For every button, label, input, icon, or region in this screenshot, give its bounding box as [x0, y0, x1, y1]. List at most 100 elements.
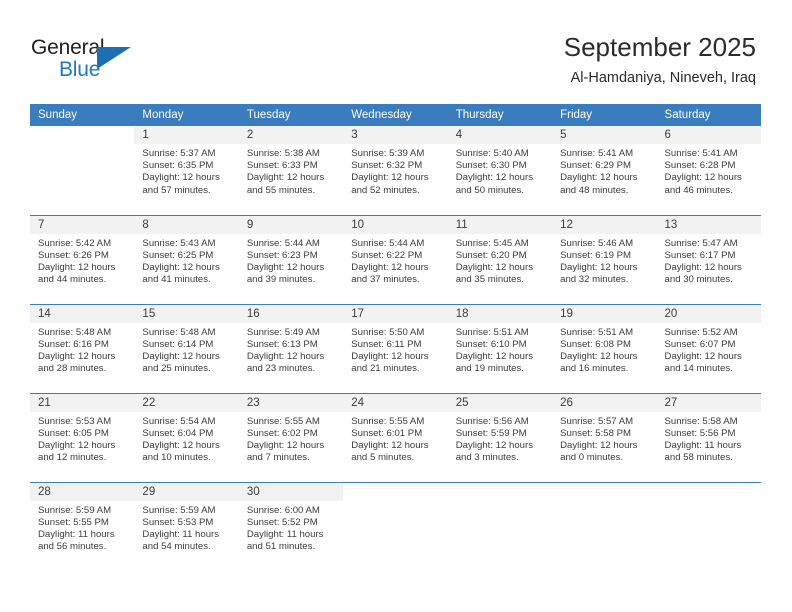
calendar-day-cell[interactable]: 13 Sunrise: 5:47 AM Sunset: 6:17 PM Dayligh…	[656, 214, 761, 304]
general-blue-logo: General Blue	[31, 36, 151, 84]
day-details: Sunrise: 5:48 AM Sunset: 6:14 PM Daylight:…	[134, 323, 238, 376]
sunset-text: Sunset: 6:17 PM	[664, 249, 736, 261]
day-cell-inner: 18 Sunrise: 5:51 AM Sunset: 6:10 PM Dayligh…	[447, 304, 553, 393]
calendar-page: General Blue September 2025 Al-Hamdaniya…	[0, 0, 792, 612]
calendar-day-cell[interactable]: 3 Sunrise: 5:39 AM Sunset: 6:32 PM Daylight…	[343, 126, 448, 215]
day-details: Sunrise: 5:52 AM Sunset: 6:07 PM Daylight:…	[657, 323, 761, 376]
calendar-day-cell[interactable]: 21 Sunrise: 5:53 AM Sunset: 6:05 PM Dayligh…	[30, 392, 135, 482]
day-details: Sunrise: 5:55 AM Sunset: 6:01 PM Daylight:…	[343, 412, 447, 465]
calendar-day-cell[interactable]: 7 Sunrise: 5:42 AM Sunset: 6:26 PM Daylight…	[30, 214, 135, 304]
calendar-day-cell[interactable]: 22 Sunrise: 5:54 AM Sunset: 6:04 PM Dayligh…	[134, 392, 239, 482]
day-cell-inner: 29 Sunrise: 5:59 AM Sunset: 5:53 PM Dayligh…	[134, 482, 239, 572]
day-number: 14	[30, 304, 135, 323]
day-number: 30	[238, 482, 344, 501]
day-number	[447, 482, 553, 501]
daylight-text-line2: and 44 minutes.	[38, 274, 107, 286]
calendar-day-cell-empty	[656, 481, 761, 571]
day-details: Sunrise: 5:37 AM Sunset: 6:35 PM Daylight:…	[134, 144, 238, 197]
day-cell-inner	[30, 126, 135, 215]
calendar-day-cell[interactable]: 18 Sunrise: 5:51 AM Sunset: 6:10 PM Dayligh…	[447, 303, 553, 393]
daylight-text-line2: and 28 minutes.	[38, 363, 107, 375]
sunset-text: Sunset: 6:25 PM	[142, 249, 214, 261]
sunrise-text: Sunrise: 5:44 AM	[246, 237, 320, 249]
page-header: General Blue September 2025 Al-Hamdaniya…	[0, 0, 792, 100]
day-details: Sunrise: 5:59 AM Sunset: 5:53 PM Daylight:…	[134, 501, 238, 554]
daylight-text-line2: and 14 minutes.	[664, 363, 733, 375]
calendar-day-cell[interactable]: 6 Sunrise: 5:41 AM Sunset: 6:28 PM Daylight…	[656, 126, 761, 215]
calendar-day-cell[interactable]: 5 Sunrise: 5:41 AM Sunset: 6:29 PM Daylight…	[552, 126, 657, 215]
day-details: Sunrise: 5:51 AM Sunset: 6:10 PM Daylight:…	[448, 323, 552, 376]
calendar-day-cell[interactable]: 30 Sunrise: 6:00 AM Sunset: 5:52 PM Dayligh…	[238, 481, 344, 571]
calendar-day-cell[interactable]: 17 Sunrise: 5:50 AM Sunset: 6:11 PM Dayligh…	[343, 303, 448, 393]
daylight-text-line1: Daylight: 12 hours	[142, 439, 220, 451]
calendar-day-cell-empty	[552, 481, 657, 571]
calendar-day-cell[interactable]: 11 Sunrise: 5:45 AM Sunset: 6:20 PM Dayligh…	[447, 214, 553, 304]
calendar-day-cell[interactable]: 28 Sunrise: 5:59 AM Sunset: 5:55 PM Dayligh…	[30, 481, 135, 571]
day-number: 5	[552, 126, 657, 144]
daylight-text-line2: and 19 minutes.	[455, 363, 524, 375]
day-cell-inner: 15 Sunrise: 5:48 AM Sunset: 6:14 PM Dayligh…	[134, 304, 239, 393]
sunset-text: Sunset: 6:28 PM	[664, 160, 736, 172]
calendar-day-cell[interactable]: 1 Sunrise: 5:37 AM Sunset: 6:35 PM Daylight…	[134, 126, 239, 215]
logo-triangle-icon	[97, 47, 131, 69]
sunset-text: Sunset: 6:30 PM	[455, 160, 527, 172]
sunrise-text: Sunrise: 5:51 AM	[560, 326, 634, 338]
daylight-text-line2: and 41 minutes.	[142, 274, 211, 286]
sunset-text: Sunset: 6:13 PM	[246, 338, 318, 350]
sunset-text: Sunset: 6:26 PM	[38, 249, 109, 261]
calendar-day-cell[interactable]: 16 Sunrise: 5:49 AM Sunset: 6:13 PM Dayligh…	[238, 303, 344, 393]
sunrise-text: Sunrise: 5:52 AM	[664, 326, 738, 338]
sunrise-text: Sunrise: 5:41 AM	[560, 148, 634, 159]
day-number	[552, 482, 657, 501]
calendar-day-cell[interactable]: 23 Sunrise: 5:55 AM Sunset: 6:02 PM Dayligh…	[238, 392, 344, 482]
calendar-day-cell[interactable]: 27 Sunrise: 5:58 AM Sunset: 5:56 PM Dayligh…	[656, 392, 761, 482]
weekday-header-saturday: Saturday	[656, 104, 761, 126]
day-number: 24	[343, 393, 448, 412]
daylight-text-line2: and 37 minutes.	[351, 274, 420, 286]
day-number: 8	[134, 215, 239, 234]
calendar-day-cell[interactable]: 10 Sunrise: 5:44 AM Sunset: 6:22 PM Dayligh…	[343, 214, 448, 304]
day-cell-inner: 3 Sunrise: 5:39 AM Sunset: 6:32 PM Daylight…	[343, 126, 448, 215]
calendar-day-cell[interactable]: 29 Sunrise: 5:59 AM Sunset: 5:53 PM Dayligh…	[134, 481, 239, 572]
weekday-header-wednesday: Wednesday	[343, 104, 448, 126]
daylight-text-line1: Daylight: 12 hours	[38, 350, 116, 362]
calendar-day-cell[interactable]: 8 Sunrise: 5:43 AM Sunset: 6:25 PM Daylight…	[134, 214, 239, 304]
title-block: September 2025 Al-Hamdaniya, Nineveh, Ir…	[564, 30, 756, 88]
daylight-text-line2: and 52 minutes.	[351, 184, 420, 196]
sunset-text: Sunset: 6:35 PM	[142, 160, 214, 172]
sunset-text: Sunset: 6:05 PM	[38, 427, 109, 439]
daylight-text-line1: Daylight: 11 hours	[142, 528, 220, 540]
sunset-text: Sunset: 6:23 PM	[246, 249, 318, 261]
sunrise-text: Sunrise: 5:51 AM	[455, 326, 529, 338]
day-number: 3	[343, 126, 448, 144]
day-number: 10	[343, 215, 448, 234]
day-details: Sunrise: 5:42 AM Sunset: 6:26 PM Daylight:…	[30, 234, 134, 287]
daylight-text-line2: and 0 minutes.	[560, 452, 624, 464]
sunset-text: Sunset: 5:53 PM	[142, 516, 214, 528]
calendar-day-cell[interactable]: 12 Sunrise: 5:46 AM Sunset: 6:19 PM Dayligh…	[552, 214, 657, 304]
day-number: 6	[656, 126, 761, 144]
calendar-day-cell[interactable]: 20 Sunrise: 5:52 AM Sunset: 6:07 PM Dayligh…	[656, 303, 761, 393]
day-number: 20	[656, 304, 761, 323]
day-cell-inner	[343, 482, 448, 572]
calendar-day-cell[interactable]: 25 Sunrise: 5:56 AM Sunset: 5:59 PM Dayligh…	[447, 392, 553, 482]
calendar-day-cell[interactable]: 26 Sunrise: 5:57 AM Sunset: 5:58 PM Dayligh…	[552, 392, 657, 482]
day-number: 25	[447, 393, 553, 412]
daylight-text-line1: Daylight: 12 hours	[142, 261, 220, 273]
sunset-text: Sunset: 6:33 PM	[246, 160, 318, 172]
calendar-day-cell[interactable]: 15 Sunrise: 5:48 AM Sunset: 6:14 PM Dayligh…	[134, 303, 239, 393]
day-cell-inner: 2 Sunrise: 5:38 AM Sunset: 6:33 PM Daylight…	[238, 126, 344, 215]
daylight-text-line2: and 30 minutes.	[664, 274, 733, 286]
day-number: 22	[134, 393, 239, 412]
daylight-text-line2: and 55 minutes.	[246, 184, 316, 196]
calendar-day-cell[interactable]: 14 Sunrise: 5:48 AM Sunset: 6:16 PM Dayligh…	[30, 303, 135, 393]
sunrise-text: Sunrise: 5:49 AM	[246, 326, 320, 338]
calendar-day-cell[interactable]: 19 Sunrise: 5:51 AM Sunset: 6:08 PM Dayligh…	[552, 303, 657, 393]
calendar-day-cell[interactable]: 4 Sunrise: 5:40 AM Sunset: 6:30 PM Daylight…	[447, 126, 553, 215]
calendar-day-cell[interactable]: 2 Sunrise: 5:38 AM Sunset: 6:33 PM Daylight…	[238, 126, 344, 215]
calendar-day-cell[interactable]: 24 Sunrise: 5:55 AM Sunset: 6:01 PM Dayligh…	[343, 392, 448, 482]
calendar-day-cell[interactable]: 9 Sunrise: 5:44 AM Sunset: 6:23 PM Daylight…	[238, 214, 344, 304]
day-number: 19	[552, 304, 657, 323]
day-details: Sunrise: 5:50 AM Sunset: 6:11 PM Daylight:…	[343, 323, 447, 376]
day-cell-inner: 26 Sunrise: 5:57 AM Sunset: 5:58 PM Dayligh…	[552, 393, 657, 482]
